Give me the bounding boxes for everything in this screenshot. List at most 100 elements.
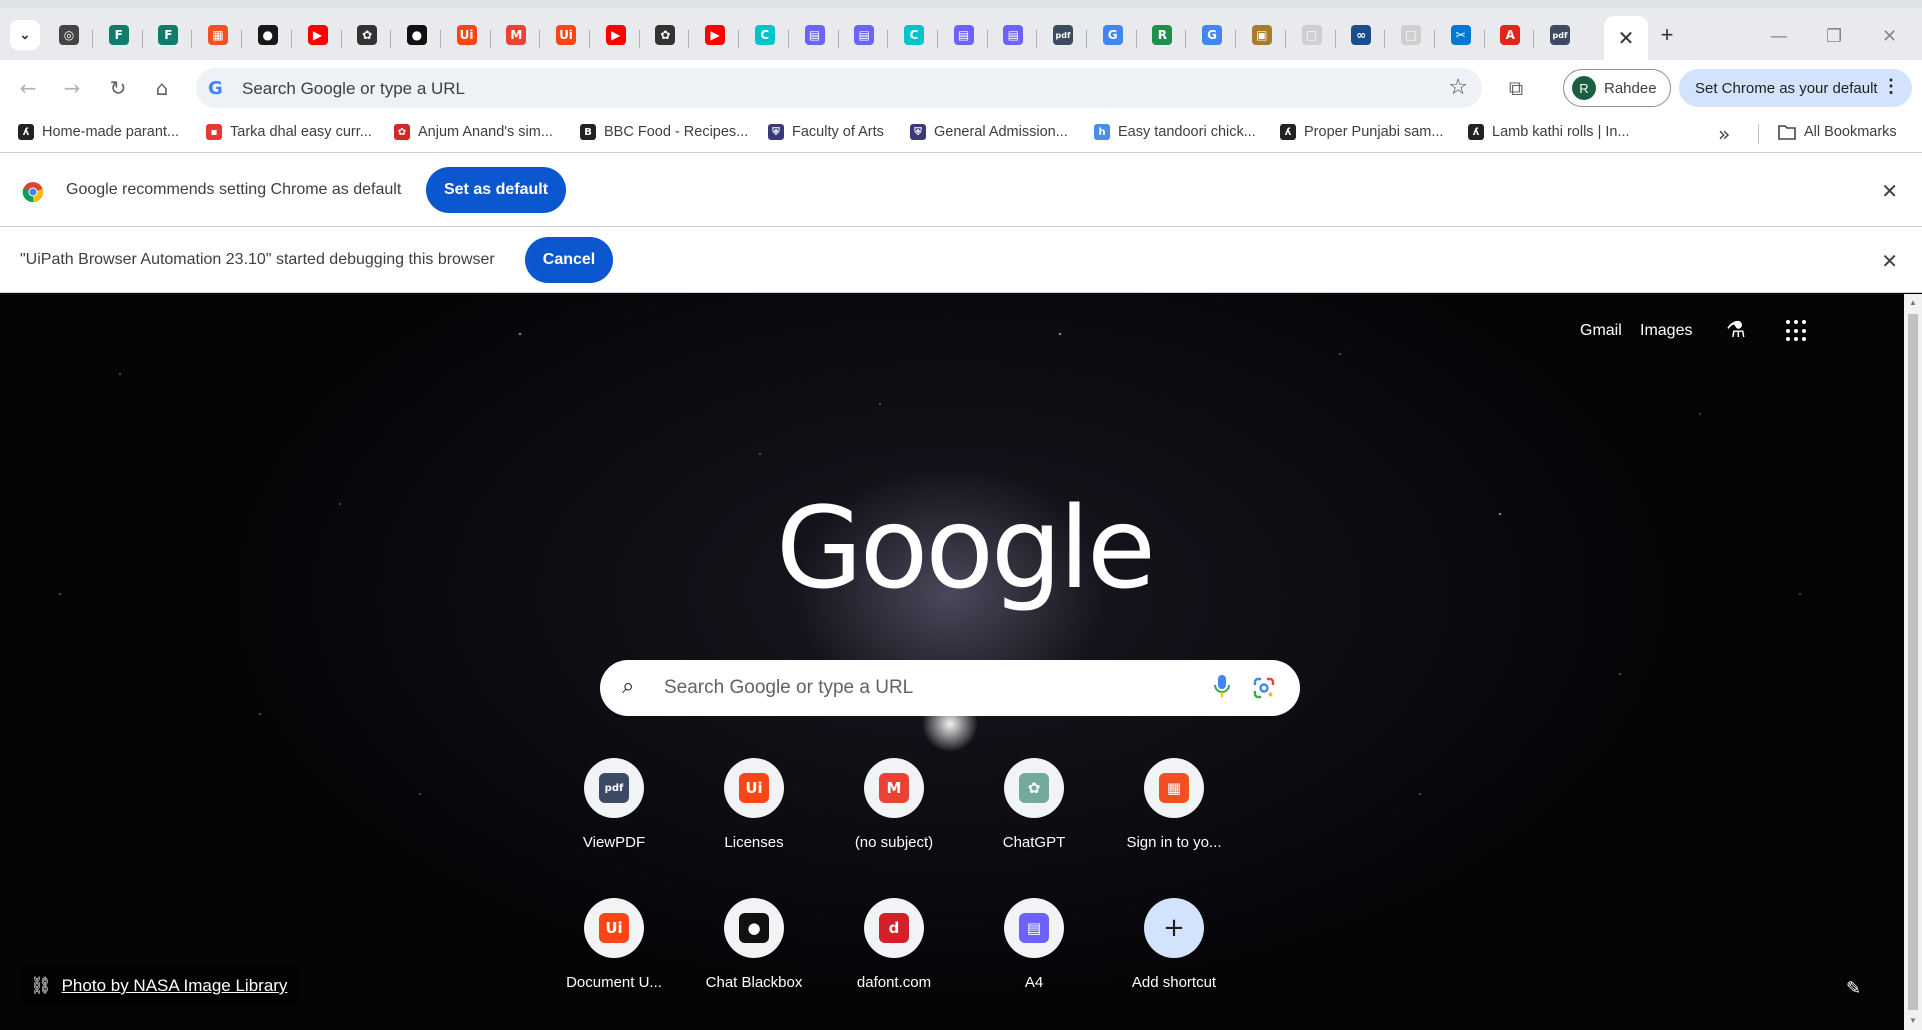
images-link[interactable]: Images xyxy=(1640,322,1692,340)
app-tab[interactable]: ▣ xyxy=(1249,22,1275,48)
forms-tab[interactable]: F xyxy=(106,22,132,48)
bookmark-star-icon[interactable]: ☆ xyxy=(1448,75,1468,100)
tab-separator xyxy=(1235,30,1237,48)
uipath-tab[interactable]: Ui xyxy=(454,22,480,48)
shortcut-tile[interactable]: ▦ Sign in to yo... xyxy=(1118,754,1230,884)
forms-icon: F xyxy=(108,25,129,45)
r-tab[interactable]: R xyxy=(1149,22,1175,48)
printer-tab[interactable]: ▤ xyxy=(951,22,977,48)
uipath-tab[interactable]: Ui xyxy=(553,22,579,48)
bookmark-item[interactable]: ʎ Proper Punjabi sam... xyxy=(1280,124,1443,140)
minimize-button[interactable]: — xyxy=(1770,26,1788,47)
bookmark-item[interactable]: ⛨ Faculty of Arts xyxy=(768,124,884,140)
blank-tab[interactable]: □ xyxy=(1398,22,1424,48)
google-lens-icon[interactable] xyxy=(1252,676,1276,700)
chatgpt-tab[interactable]: ✿ xyxy=(652,22,678,48)
cancel-button[interactable]: Cancel xyxy=(525,237,613,283)
shortcut-tile[interactable]: ● Chat Blackbox xyxy=(698,894,810,1024)
profile-button[interactable]: R Rahdee xyxy=(1563,69,1671,107)
address-bar[interactable]: G Search Google or type a URL ☆ xyxy=(196,68,1482,108)
shortcut-tile[interactable]: d dafont.com xyxy=(838,894,950,1024)
tool-tab[interactable]: ✂ xyxy=(1448,22,1474,48)
adobe-tab[interactable]: A xyxy=(1497,22,1523,48)
tab-search-button[interactable]: ⌄ xyxy=(10,20,40,50)
bookmarks-overflow-icon[interactable]: » xyxy=(1718,122,1730,146)
microphone-icon[interactable] xyxy=(1214,674,1230,700)
infinity-tab[interactable]: ∞ xyxy=(1348,22,1374,48)
back-button[interactable]: ← xyxy=(12,72,44,104)
home-button[interactable]: ⌂ xyxy=(146,72,178,104)
all-bookmarks-label: All Bookmarks xyxy=(1804,124,1897,140)
shortcut-icon-circle: pdf xyxy=(584,758,644,818)
youtube-tab[interactable]: ▶ xyxy=(603,22,629,48)
bookmark-item[interactable]: h Easy tandoori chick... xyxy=(1094,124,1256,140)
chevron-down-icon: ⌄ xyxy=(19,27,31,42)
all-bookmarks-button[interactable]: All Bookmarks xyxy=(1778,124,1897,140)
shortcut-tile[interactable]: Ui Document U... xyxy=(558,894,670,1024)
new-tab-button[interactable]: + xyxy=(1652,20,1682,50)
add-shortcut-button[interactable]: + Add shortcut xyxy=(1118,894,1230,1024)
set-as-default-button[interactable]: Set as default xyxy=(426,167,566,213)
reload-icon: ↻ xyxy=(109,76,127,100)
restore-button[interactable]: ❐ xyxy=(1826,26,1842,47)
labs-flask-icon[interactable]: ⚗ xyxy=(1726,318,1746,343)
shortcut-label: A4 xyxy=(1024,974,1044,991)
google-apps-icon[interactable] xyxy=(1786,320,1808,342)
chrome-tab[interactable]: ◎ xyxy=(56,22,82,48)
close-icon[interactable]: ✕ xyxy=(1881,179,1898,203)
tab-separator xyxy=(638,30,640,48)
canva-tab[interactable]: C xyxy=(901,22,927,48)
bookmark-item[interactable]: B BBC Food - Recipes... xyxy=(580,124,748,140)
shortcut-tile[interactable]: M (no subject) xyxy=(838,754,950,884)
shortcut-tile[interactable]: ▤ A4 xyxy=(978,894,1090,1024)
close-window-button[interactable]: ✕ xyxy=(1882,26,1897,47)
scrollbar-thumb[interactable] xyxy=(1908,314,1918,1010)
youtube-tab[interactable]: ▶ xyxy=(702,22,728,48)
bookmark-item[interactable]: ▪ Tarka dhal easy curr... xyxy=(206,124,372,140)
bookmark-favicon-icon: ⛨ xyxy=(768,124,784,140)
scrollbar[interactable]: ▲ ▼ xyxy=(1904,294,1922,1030)
search-box[interactable]: ⌕ Search Google or type a URL xyxy=(600,660,1300,716)
chatgpt-tab[interactable]: ✿ xyxy=(354,22,380,48)
gmail-link[interactable]: Gmail xyxy=(1580,322,1622,340)
set-default-chip[interactable]: Set Chrome as your default ⋮ xyxy=(1679,69,1912,107)
canva-tab[interactable]: C xyxy=(752,22,778,48)
youtube-tab[interactable]: ▶ xyxy=(305,22,331,48)
gmail-tab[interactable]: M xyxy=(503,22,529,48)
shortcut-tile[interactable]: ✿ ChatGPT xyxy=(978,754,1090,884)
close-icon[interactable]: ✕ xyxy=(1881,249,1898,273)
bookmark-item[interactable]: ⛨ General Admission... xyxy=(910,124,1068,140)
blackbox-tab[interactable]: ● xyxy=(404,22,430,48)
bookmark-item[interactable]: ʎ Home-made parant... xyxy=(18,124,179,140)
forms-tab[interactable]: F xyxy=(155,22,181,48)
pdf-tab[interactable]: pdf xyxy=(1050,22,1076,48)
search-icon: ⌕ xyxy=(622,674,635,699)
pdf-tab[interactable]: pdf xyxy=(1547,22,1573,48)
pdf-icon: pdf xyxy=(1550,25,1570,45)
bookmark-item[interactable]: ✿ Anjum Anand's sim... xyxy=(394,124,553,140)
forward-button[interactable]: → xyxy=(56,72,88,104)
active-tab[interactable]: ✕ xyxy=(1604,16,1648,60)
extensions-button[interactable]: ⧉ xyxy=(1500,72,1532,104)
close-tab-icon[interactable]: ✕ xyxy=(1618,26,1635,51)
microsoft-tab[interactable]: ▦ xyxy=(205,22,231,48)
printer-tab[interactable]: ▤ xyxy=(802,22,828,48)
scroll-up-arrow-icon[interactable]: ▲ xyxy=(1909,298,1917,307)
google-tab[interactable]: G xyxy=(1100,22,1126,48)
photo-credit-text: Photo by NASA Image Library xyxy=(61,976,288,995)
more-menu-icon[interactable]: ⋮ xyxy=(1882,76,1900,97)
github-tab[interactable]: ● xyxy=(255,22,281,48)
customize-pencil-icon[interactable]: ✎ xyxy=(1846,978,1861,999)
printer-tab[interactable]: ▤ xyxy=(851,22,877,48)
bookmark-item[interactable]: ʎ Lamb kathi rolls | In... xyxy=(1468,124,1630,140)
scroll-down-arrow-icon[interactable]: ▼ xyxy=(1909,1016,1917,1025)
google-tab[interactable]: G xyxy=(1199,22,1225,48)
shortcut-tile[interactable]: Ui Licenses xyxy=(698,754,810,884)
reload-button[interactable]: ↻ xyxy=(102,72,134,104)
shortcut-tile[interactable]: pdf ViewPDF xyxy=(558,754,670,884)
infobar-debug-text: "UiPath Browser Automation 23.10" starte… xyxy=(20,251,495,268)
photo-credit-link[interactable]: ⛓ Photo by NASA Image Library xyxy=(18,966,300,1006)
printer-tab[interactable]: ▤ xyxy=(1000,22,1026,48)
blank-tab[interactable]: □ xyxy=(1299,22,1325,48)
bookmark-favicon-icon: B xyxy=(580,124,596,140)
